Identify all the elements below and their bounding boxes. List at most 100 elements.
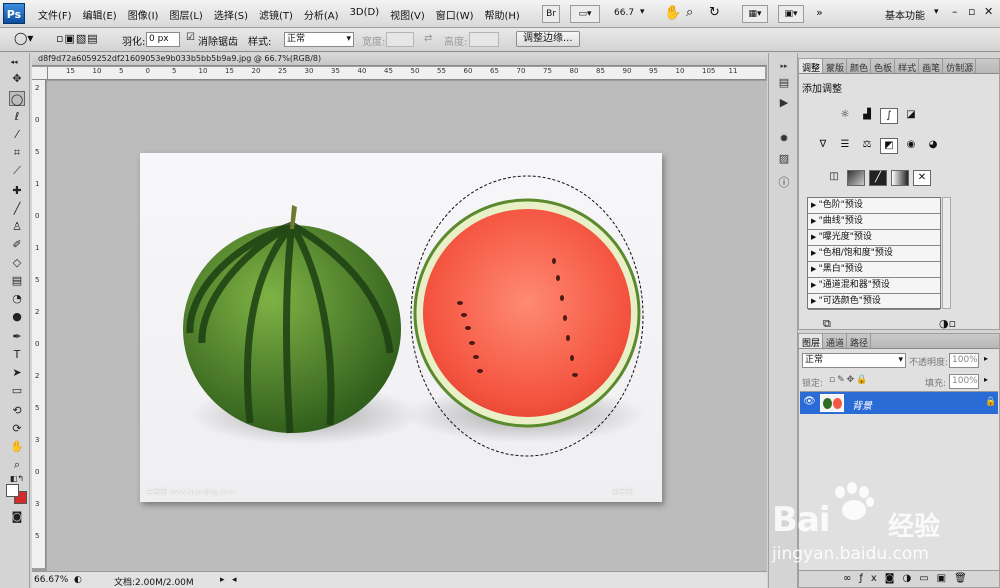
expand-arrow-icon[interactable]: ▶ xyxy=(811,281,819,289)
dock-expand-icon[interactable]: ▸▸ xyxy=(776,59,792,74)
invert-icon[interactable]: ◫ xyxy=(825,170,843,186)
zoom-percentage[interactable]: 66.67% xyxy=(34,575,68,585)
menu-item[interactable]: 窗口(W) xyxy=(436,7,474,22)
status-options-icon[interactable]: ◐ xyxy=(74,575,82,585)
expand-arrow-icon[interactable]: ▶ xyxy=(811,297,819,305)
shape-tool-icon[interactable]: ▭ xyxy=(9,383,25,398)
document-tab[interactable]: d8f9d72a6059252df21609053e9b033b5bb5b9a9… xyxy=(32,53,767,66)
menu-item[interactable]: 选择(S) xyxy=(214,7,248,22)
levels-icon[interactable]: ▟ xyxy=(858,108,876,124)
tab-clone-source[interactable]: 仿制源 xyxy=(943,59,977,74)
layer-row-background[interactable]: 👁 背景 🔒 xyxy=(800,392,998,414)
preset-item[interactable]: ▶ "通道混和器"预设 xyxy=(808,278,940,294)
menu-item[interactable]: 图像(I) xyxy=(128,7,159,22)
3d-panel-icon[interactable]: ✹ xyxy=(776,131,792,146)
pen-tool-icon[interactable]: ✒ xyxy=(9,329,25,344)
feather-input[interactable]: 0 px xyxy=(146,32,180,47)
workspace-switcher[interactable]: 基本功能 xyxy=(885,7,925,22)
zoom-icon[interactable]: ⌕ xyxy=(686,5,693,20)
threshold-icon[interactable]: ╱ xyxy=(869,170,887,186)
blur-tool-icon[interactable]: ◔ xyxy=(9,291,25,306)
actions-panel-icon[interactable]: ▶ xyxy=(776,95,792,110)
presets-scrollbar[interactable] xyxy=(942,197,951,309)
gradient-map-icon[interactable] xyxy=(891,170,909,186)
menu-item[interactable]: 分析(A) xyxy=(304,7,339,22)
workspace-dropdown-icon[interactable]: ▾ xyxy=(934,7,939,17)
bridge-button[interactable]: Br xyxy=(542,5,560,23)
preset-item[interactable]: ▶ "色阶"预设 xyxy=(808,198,940,214)
black-white-icon[interactable]: ◩ xyxy=(880,138,898,154)
opacity-input[interactable]: 100% xyxy=(949,353,979,368)
healing-brush-tool-icon[interactable]: ✚ xyxy=(9,183,25,198)
zoom-tool-icon[interactable]: ⌕ xyxy=(9,457,25,472)
type-tool-icon[interactable]: T xyxy=(9,347,25,362)
more-icon[interactable]: » xyxy=(816,6,823,19)
navigator-panel-icon[interactable]: ▨ xyxy=(776,151,792,166)
vibrance-icon[interactable]: ∇ xyxy=(814,138,832,154)
blend-mode-select[interactable]: 正常 ▾ xyxy=(802,353,906,368)
refine-edge-button[interactable]: 调整边缘... xyxy=(516,31,580,47)
brush-tool-icon[interactable]: ╱ xyxy=(9,201,25,216)
curves-icon[interactable]: ∫ xyxy=(880,108,898,124)
elliptical-marquee-preset-icon[interactable]: ◯▾ xyxy=(14,31,33,45)
clip-to-layer-icon[interactable]: ⧉ xyxy=(823,317,831,331)
selective-color-icon[interactable]: ✕ xyxy=(913,170,931,186)
document-image[interactable] xyxy=(140,153,662,502)
fill-arrow-icon[interactable]: ▸ xyxy=(984,375,988,384)
selection-mode-icons[interactable]: ▫▣▧▤ xyxy=(56,32,99,45)
tab-layers[interactable]: 图层 xyxy=(799,334,824,349)
tab-masks[interactable]: 蒙版 xyxy=(823,59,848,74)
hue-saturation-icon[interactable]: ☰ xyxy=(836,138,854,154)
channel-mixer-icon[interactable]: ◕ xyxy=(924,138,942,154)
menu-item[interactable]: 帮助(H) xyxy=(485,7,520,22)
tab-paths[interactable]: 路径 xyxy=(847,334,872,349)
3d-orbit-tool-icon[interactable]: ⟳ xyxy=(9,421,25,436)
photo-filter-icon[interactable]: ◉ xyxy=(902,138,920,154)
eye-visibility-icon[interactable]: 👁 xyxy=(803,396,816,407)
expand-arrow-icon[interactable]: ▶ xyxy=(811,249,819,257)
menu-item[interactable]: 编辑(E) xyxy=(83,7,117,22)
tab-swatches[interactable]: 色板 xyxy=(871,59,896,74)
minimize-icon[interactable]: – xyxy=(952,5,958,18)
history-panel-icon[interactable]: ▤ xyxy=(776,75,792,90)
restore-icon[interactable]: ▫ xyxy=(968,5,975,18)
path-selection-tool-icon[interactable]: ➤ xyxy=(9,365,25,380)
elliptical-marquee-tool-icon[interactable]: ◯ xyxy=(9,91,25,106)
expand-arrow-icon[interactable]: ▶ xyxy=(811,265,819,273)
vertical-ruler[interactable]: 205101520253035 xyxy=(32,80,46,568)
tab-channels[interactable]: 通道 xyxy=(823,334,848,349)
expand-arrow-icon[interactable]: ▶ xyxy=(811,233,819,241)
history-brush-tool-icon[interactable]: ✐ xyxy=(9,237,25,252)
menu-item[interactable]: 滤镜(T) xyxy=(259,7,293,22)
lasso-tool-icon[interactable]: ℓ xyxy=(9,109,25,124)
style-select[interactable]: 正常 ▾ xyxy=(284,32,354,47)
brightness-contrast-icon[interactable]: ☼ xyxy=(836,108,854,124)
gradient-tool-icon[interactable]: ▤ xyxy=(9,273,25,288)
screen-mode-button[interactable]: ▣▾ xyxy=(778,5,804,23)
layer-name[interactable]: 背景 xyxy=(852,397,872,412)
preset-item[interactable]: ▶ "曝光度"预设 xyxy=(808,230,940,246)
quick-mask-icon[interactable]: ◙ xyxy=(9,509,25,524)
lock-icons[interactable]: ▫✎✥🔒 xyxy=(829,375,869,385)
crop-tool-icon[interactable]: ⌗ xyxy=(9,145,25,160)
clone-stamp-tool-icon[interactable]: ♙ xyxy=(9,219,25,234)
close-icon[interactable]: ✕ xyxy=(984,5,993,18)
panel-options-icon[interactable]: ◑▫ xyxy=(939,317,956,330)
color-balance-icon[interactable]: ⚖ xyxy=(858,138,876,154)
3d-rotate-tool-icon[interactable]: ⟲ xyxy=(9,403,25,418)
preset-item[interactable]: ▶ "色相/饱和度"预设 xyxy=(808,246,940,262)
quick-selection-tool-icon[interactable]: ⁄ xyxy=(9,127,25,142)
expand-arrow-icon[interactable]: ▶ xyxy=(811,217,819,225)
menu-item[interactable]: 视图(V) xyxy=(390,7,425,22)
preset-item[interactable]: ▶ "黑白"预设 xyxy=(808,262,940,278)
fill-input[interactable]: 100% xyxy=(949,374,979,389)
foreground-color-swatch[interactable] xyxy=(6,484,19,497)
expand-arrow-icon[interactable]: ▶ xyxy=(811,201,819,209)
tab-adjustments[interactable]: 调整 xyxy=(799,59,824,74)
ruler-origin[interactable] xyxy=(32,67,48,80)
info-panel-icon[interactable]: ⓘ xyxy=(776,175,792,190)
exposure-icon[interactable]: ◪ xyxy=(902,108,920,124)
eraser-tool-icon[interactable]: ◇ xyxy=(9,255,25,270)
menu-item[interactable]: 图层(L) xyxy=(169,7,202,22)
eyedropper-tool-icon[interactable]: ⟋ xyxy=(9,163,25,178)
